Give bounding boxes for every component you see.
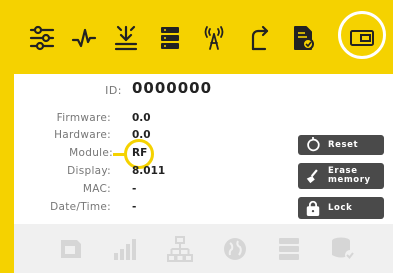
- sliders-icon[interactable]: [28, 23, 56, 53]
- erase-memory-label: Erase memory: [328, 167, 371, 185]
- datetime-value: -: [132, 201, 137, 213]
- device-id-label: ID:: [105, 84, 122, 97]
- lock-button[interactable]: Lock: [298, 197, 384, 219]
- mac-value: -: [132, 183, 137, 195]
- database-check-icon: [328, 234, 358, 264]
- erase-memory-button[interactable]: Erase memory: [298, 163, 384, 189]
- broom-icon: [304, 167, 322, 185]
- globe-icon: [220, 234, 250, 264]
- reset-button[interactable]: Reset: [298, 135, 384, 155]
- reset-icon: [304, 136, 322, 154]
- server-icon: [274, 234, 304, 264]
- lock-icon: [304, 199, 322, 217]
- route-arrow-icon[interactable]: [245, 23, 273, 53]
- device-id-row: ID: 0000000: [14, 78, 274, 100]
- server-stack-icon[interactable]: [156, 23, 184, 53]
- broadcast-tower-icon[interactable]: [200, 23, 228, 53]
- firmware-label: Firmware:: [56, 112, 111, 124]
- signal-pulse-icon[interactable]: [70, 23, 98, 53]
- module-label: Module:: [14, 147, 113, 159]
- display-label: Display:: [67, 165, 111, 177]
- document-check-icon[interactable]: [289, 23, 317, 53]
- signal-bars-icon: [110, 234, 140, 264]
- sim-card-icon: [56, 234, 86, 264]
- device-info-panel: ID: 0000000 Firmware: 0.0 Hardware: 0.0 …: [0, 0, 393, 273]
- left-accent-strip: [0, 0, 14, 273]
- network-tree-icon: [165, 234, 195, 264]
- download-tray-icon[interactable]: [112, 23, 140, 53]
- lock-label: Lock: [328, 202, 353, 213]
- hardware-label: Hardware:: [54, 129, 111, 141]
- active-icon-highlight: [338, 11, 386, 59]
- device-id-value: 0000000: [132, 79, 213, 97]
- firmware-value: 0.0: [132, 112, 151, 124]
- display-value: 8.011: [132, 165, 166, 177]
- mac-label: MAC:: [82, 183, 111, 195]
- erase-label-line2: memory: [328, 175, 371, 185]
- datetime-label: Date/Time:: [50, 201, 111, 213]
- reset-label: Reset: [328, 139, 359, 150]
